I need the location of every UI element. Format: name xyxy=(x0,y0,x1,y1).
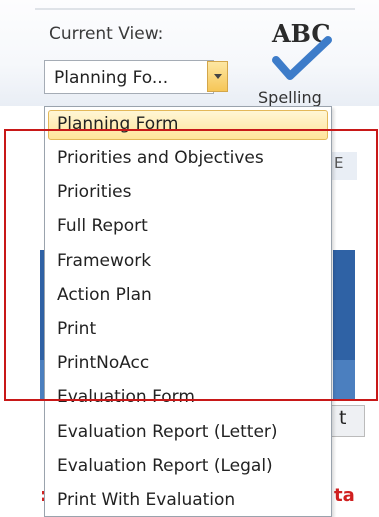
dropdown-item-evaluation-report-legal[interactable]: Evaluation Report (Legal) xyxy=(57,456,273,476)
current-view-combobox[interactable]: Planning Fo... xyxy=(44,60,214,94)
current-view-dropdown-button[interactable] xyxy=(207,61,228,92)
dropdown-item-full-report[interactable]: Full Report xyxy=(57,216,148,236)
background-panel-right xyxy=(333,250,355,360)
dropdown-item-planning-form[interactable]: Planning Form xyxy=(57,114,178,134)
dropdown-item-print-with-evaluation[interactable]: Print With Evaluation xyxy=(57,490,235,510)
chevron-down-icon xyxy=(214,74,222,79)
background-button-label: t xyxy=(339,407,347,429)
spelling-button-label[interactable]: Spelling xyxy=(258,88,322,107)
current-view-value: Planning Fo... xyxy=(54,68,169,88)
dropdown-item-evaluation-report-letter[interactable]: Evaluation Report (Letter) xyxy=(57,422,278,442)
background-button[interactable] xyxy=(330,405,365,437)
dropdown-item-framework[interactable]: Framework xyxy=(57,251,151,271)
dropdown-item-action-plan[interactable]: Action Plan xyxy=(57,285,152,305)
spelling-icon[interactable]: ABC xyxy=(262,14,342,90)
current-view-label: Current View: xyxy=(49,24,164,44)
ribbon-divider xyxy=(35,8,355,10)
dropdown-item-print[interactable]: Print xyxy=(57,319,96,339)
dropdown-item-priorities-and-objectives[interactable]: Priorities and Objectives xyxy=(57,148,264,168)
background-panel-right-light xyxy=(333,360,355,400)
dropdown-item-printnoacc[interactable]: PrintNoAcc xyxy=(57,353,149,373)
ribbon-side-tab-label: E xyxy=(334,154,344,172)
dropdown-item-evaluation-form[interactable]: Evaluation Form xyxy=(57,387,195,407)
dropdown-item-priorities[interactable]: Priorities xyxy=(57,182,131,202)
background-red-text: ta xyxy=(334,485,355,506)
